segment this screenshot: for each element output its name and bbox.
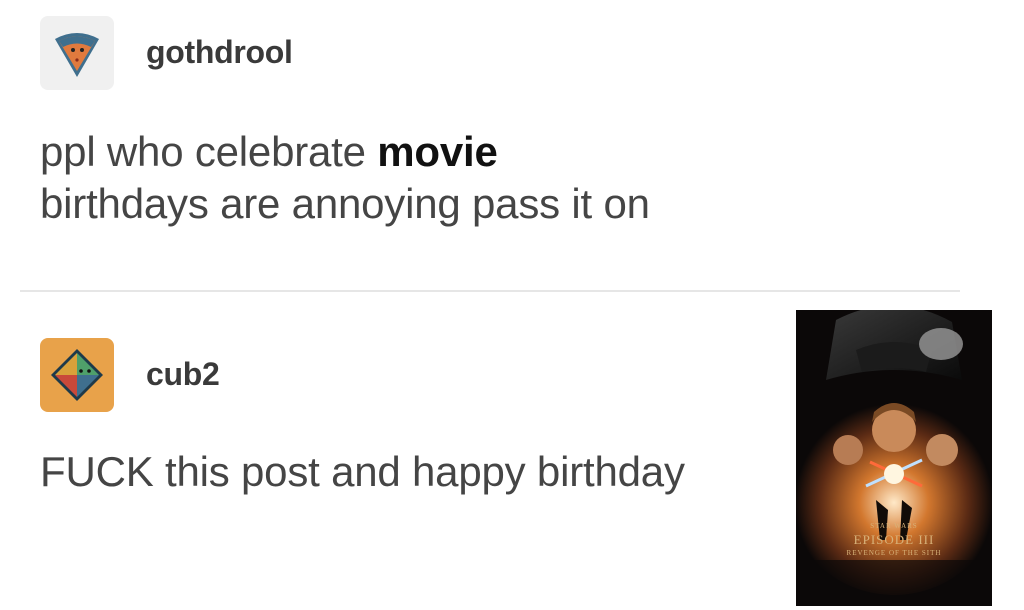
post-username[interactable]: gothdrool xyxy=(146,34,293,71)
post-text: ppl who celebrate movie birthdays are an… xyxy=(40,126,650,230)
poster-title: EPISODE III xyxy=(853,532,935,547)
post-text-line2: birthdays are annoying pass it on xyxy=(40,180,650,227)
cub2-avatar[interactable] xyxy=(40,338,114,412)
post-divider xyxy=(20,290,960,292)
poster-brand: STAR WARS xyxy=(870,522,918,530)
post-text: FUCK this post and happy birthday xyxy=(40,448,685,495)
post-text-bold: movie xyxy=(377,128,498,175)
poster-artwork xyxy=(796,310,992,606)
post-username[interactable]: cub2 xyxy=(146,356,220,393)
movie-poster-image[interactable]: STAR WARS EPISODE III REVENGE OF THE SIT… xyxy=(796,310,992,606)
post-text-line1: ppl who celebrate xyxy=(40,128,378,175)
poster-subtitle: REVENGE OF THE SITH xyxy=(846,549,942,557)
gothdrool-avatar[interactable] xyxy=(40,16,114,90)
pizza-slice-icon xyxy=(55,33,99,77)
diamond-gem-icon xyxy=(51,349,103,401)
